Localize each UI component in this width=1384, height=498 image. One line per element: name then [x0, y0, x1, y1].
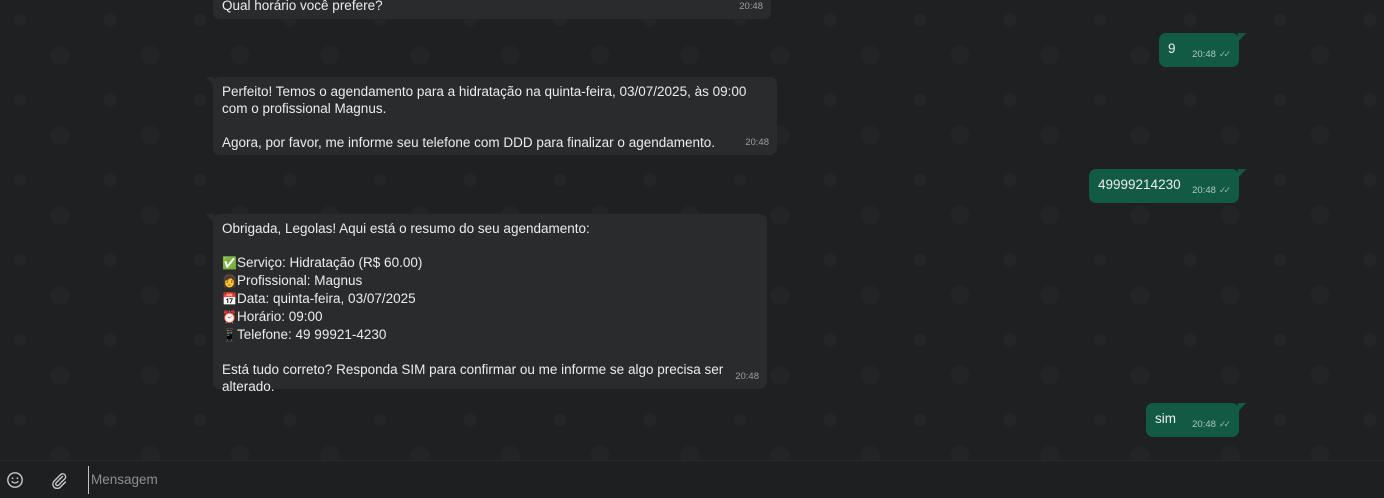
- message-meta: 20:48 ✓✓: [1192, 182, 1231, 199]
- message-time: 20:48: [1192, 49, 1216, 60]
- message-incoming[interactable]: Perfeito! Temos o agendamento para a hid…: [206, 77, 777, 155]
- emoji-icon: [7, 471, 23, 488]
- paperclip-icon: [52, 472, 67, 489]
- message-meta: 20:48: [745, 134, 769, 151]
- summary-line-date: 📅Data: quinta-feira, 03/07/2025: [222, 291, 416, 306]
- attach-button[interactable]: [44, 465, 74, 495]
- message-text: Perfeito! Temos o agendamento para a hid…: [222, 84, 747, 150]
- summary-line-phone: 📱Telefone: 49 99921-4230: [222, 327, 387, 342]
- message-outgoing[interactable]: 9 20:48 ✓✓: [1159, 33, 1246, 67]
- message-meta: 20:48 ✓✓: [1192, 416, 1231, 433]
- message-outgoing[interactable]: sim 20:48 ✓✓: [1146, 403, 1246, 437]
- summary-line-service: ✅Serviço: Hidratação (R$ 60.00): [222, 255, 423, 270]
- read-receipt-icon: ✓✓: [1218, 49, 1231, 59]
- message-time: 20:48: [739, 1, 763, 12]
- message-intro: Obrigada, Legolas! Aqui está o resumo do…: [222, 221, 590, 236]
- message-outro: Está tudo correto? Responda SIM para con…: [222, 362, 728, 394]
- alarm-clock-icon: ⏰: [222, 310, 237, 324]
- message-composer: [0, 460, 1384, 498]
- message-text: Qual horário você prefere?: [222, 0, 383, 13]
- phone-icon: 📱: [222, 328, 237, 342]
- read-receipt-icon: ✓✓: [1218, 419, 1231, 429]
- check-icon: ✅: [222, 256, 237, 270]
- emoji-button[interactable]: [0, 465, 30, 495]
- message-time: 20:48: [735, 371, 759, 382]
- person-icon: 👩: [222, 274, 237, 288]
- summary-line-professional: 👩Profissional: Magnus: [222, 273, 363, 288]
- message-meta: 20:48 ✓✓: [1192, 46, 1231, 63]
- summary-line-time: ⏰Horário: 09:00: [222, 309, 323, 324]
- message-time: 20:48: [1192, 419, 1216, 430]
- message-incoming[interactable]: Qual horário você prefere? 20:48: [213, 0, 771, 19]
- message-outgoing[interactable]: 49999214230 20:48 ✓✓: [1089, 169, 1246, 203]
- message-incoming-summary[interactable]: Obrigada, Legolas! Aqui está o resumo do…: [206, 214, 767, 394]
- message-meta: 20:48: [735, 368, 759, 385]
- message-time: 20:48: [745, 137, 769, 148]
- message-input[interactable]: [88, 465, 1384, 494]
- read-receipt-icon: ✓✓: [1218, 185, 1231, 195]
- calendar-icon: 📅: [222, 292, 237, 306]
- message-time: 20:48: [1192, 185, 1216, 196]
- message-meta: 20:48: [739, 0, 763, 15]
- chat-area: Qual horário você prefere? 20:48 9 20:48…: [0, 0, 1384, 460]
